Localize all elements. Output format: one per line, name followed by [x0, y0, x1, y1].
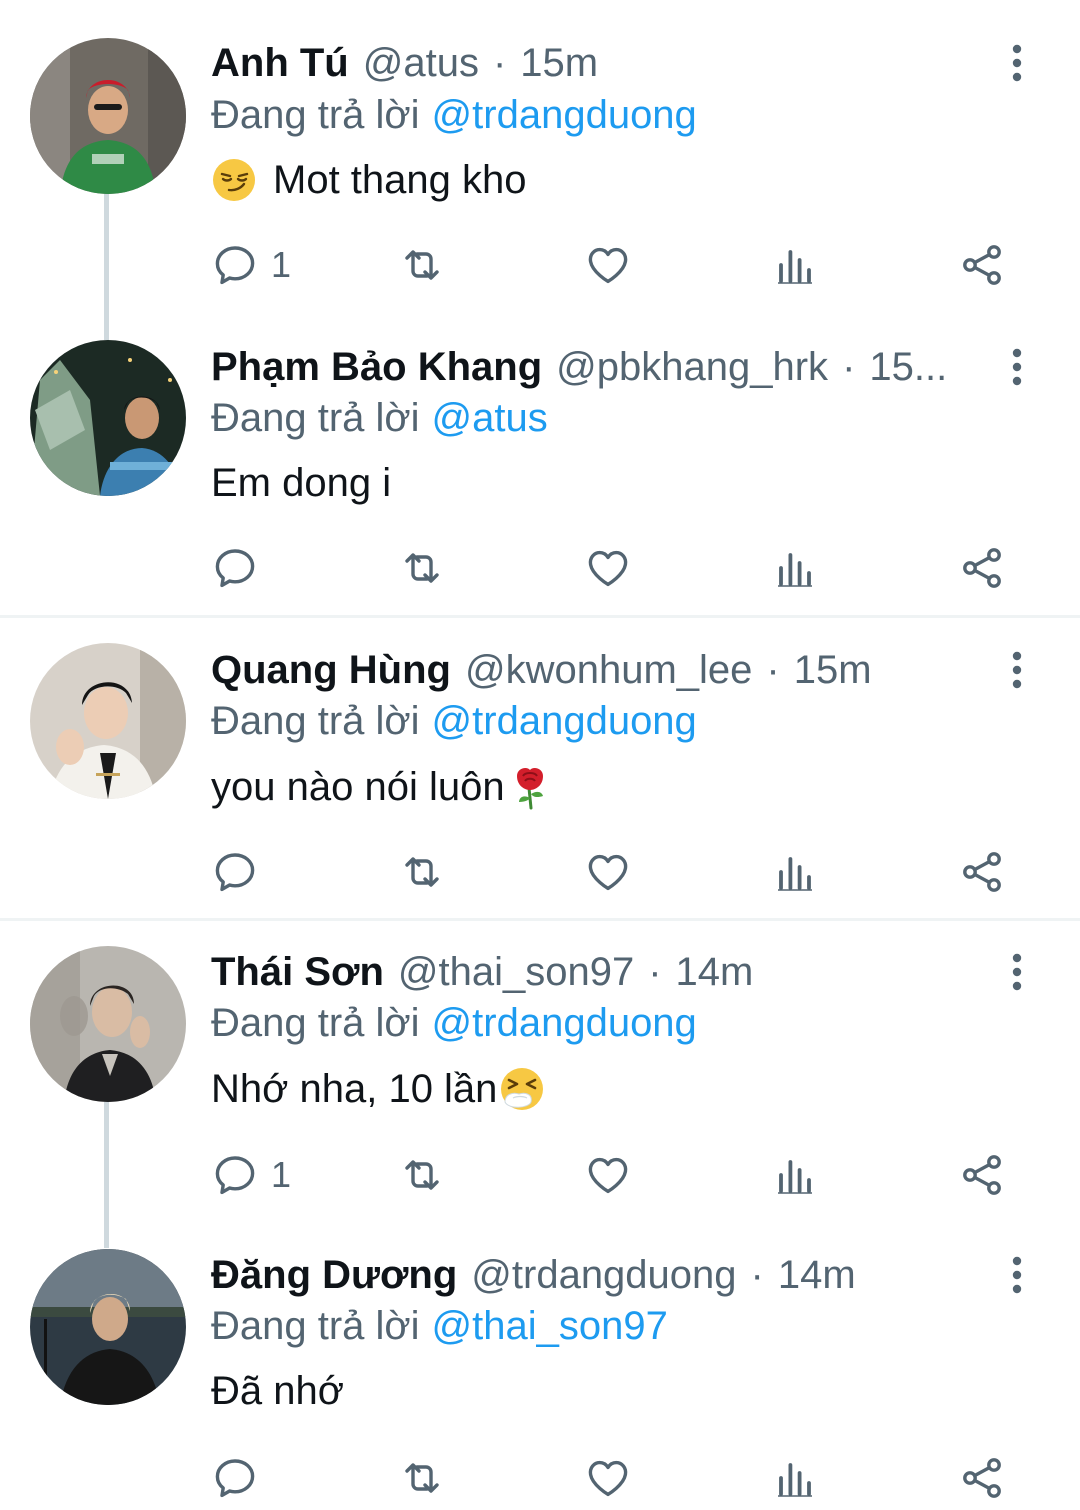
action-bar	[211, 1448, 1031, 1508]
views-button[interactable]	[771, 1448, 819, 1508]
reply-icon	[211, 1454, 259, 1502]
like-button[interactable]	[584, 1448, 632, 1508]
retweet-button[interactable]	[398, 1448, 446, 1508]
retweet-icon	[398, 1454, 446, 1502]
like-icon	[584, 1454, 632, 1502]
more-vertical-icon[interactable]	[1000, 1250, 1034, 1300]
tweet-text: Đã nhớ	[211, 1366, 344, 1416]
reply-feed: Anh Tú @atus · 15m Đang trả lời @trdangdu…	[0, 0, 1080, 1510]
share-icon	[958, 1454, 1006, 1502]
display-name[interactable]: Đăng Dương	[211, 1250, 457, 1300]
tweet-text-content: Đã nhớ	[211, 1369, 344, 1413]
replying-to-label: Đang trả lời	[211, 1304, 420, 1348]
username[interactable]: @trdangduong	[471, 1250, 736, 1300]
replying-to: Đang trả lời @thai_son97	[211, 1301, 668, 1351]
mention-link[interactable]: @thai_son97	[432, 1304, 668, 1348]
reply-button[interactable]	[211, 1448, 259, 1508]
separator: ·	[750, 1253, 764, 1297]
tweet[interactable]: Đăng Dương @trdangduong · 14m Đang trả l…	[0, 0, 1080, 1510]
views-icon	[771, 1454, 819, 1502]
avatar[interactable]	[30, 1249, 186, 1405]
share-button[interactable]	[958, 1448, 1006, 1508]
timestamp[interactable]: 14m	[778, 1250, 856, 1300]
